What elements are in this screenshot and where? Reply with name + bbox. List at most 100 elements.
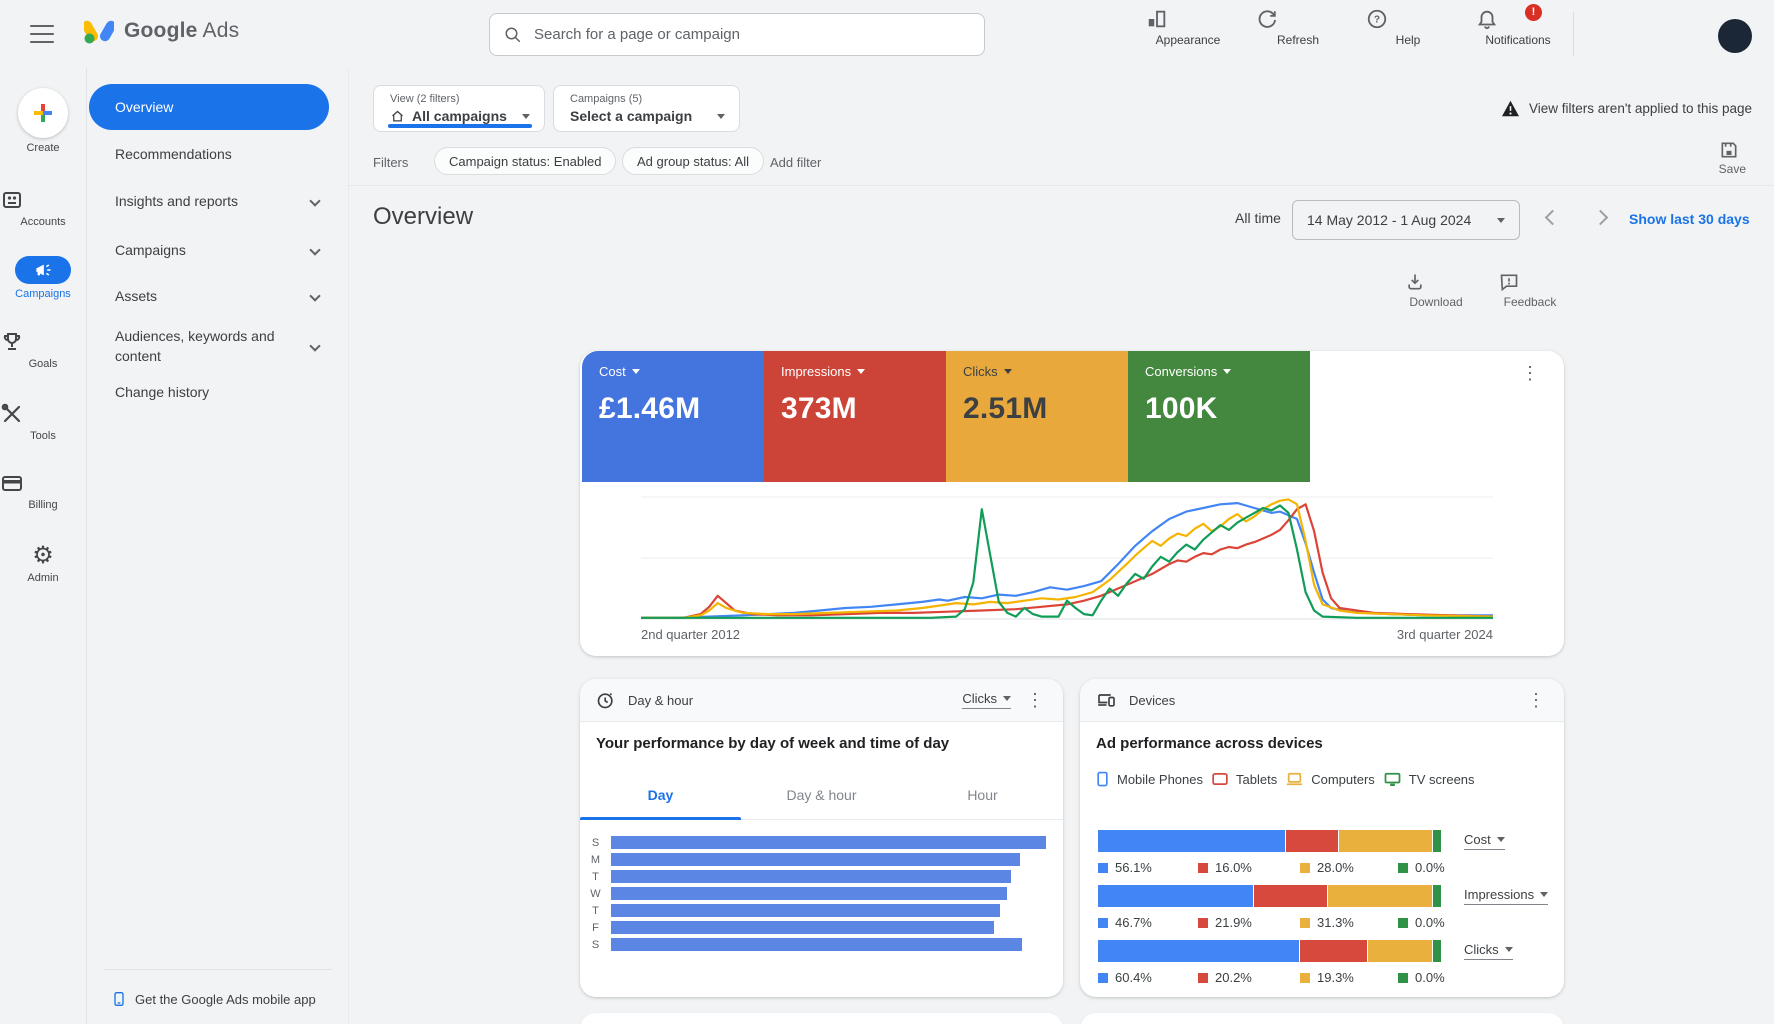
device-bar-impressions: 46.7%21.9%31.3%0.0% Impressions: [1098, 885, 1546, 907]
chevron-down-icon: [309, 290, 320, 301]
day-bar[interactable]: [611, 887, 1007, 900]
warning-triangle-icon: [1501, 100, 1520, 117]
nav-item-audiences-keywords-content[interactable]: Audiences, keywords and content: [89, 318, 333, 374]
bar-segment[interactable]: [1368, 940, 1433, 962]
day-bar[interactable]: [611, 921, 994, 934]
add-filter-button[interactable]: Add filter: [770, 155, 821, 170]
rail-item-goals[interactable]: Goals: [0, 330, 86, 370]
device-metric-selector-1[interactable]: Cost: [1464, 832, 1505, 850]
scorecard-cost[interactable]: Cost £1.46M: [582, 351, 764, 482]
show-last-30-days-link[interactable]: Show last 30 days: [1629, 211, 1750, 227]
save-button[interactable]: Save: [1719, 140, 1746, 176]
feedback-button[interactable]: Feedback: [1499, 272, 1561, 309]
rail-item-campaigns[interactable]: Campaigns: [0, 256, 86, 300]
nav-item-assets[interactable]: Assets: [89, 288, 333, 304]
card-menu-button[interactable]: [1518, 361, 1542, 385]
day-bar[interactable]: [611, 836, 1046, 849]
account-avatar[interactable]: [1718, 19, 1752, 53]
mobile-phone-icon: [111, 990, 127, 1008]
section-divider: [349, 185, 1774, 186]
bar-segment[interactable]: [1098, 885, 1254, 907]
bar-segment[interactable]: [1433, 940, 1442, 962]
bar-segment[interactable]: [1286, 830, 1340, 852]
menu-icon[interactable]: [30, 25, 54, 43]
bar-segment[interactable]: [1254, 885, 1327, 907]
view-selector[interactable]: View (2 filters) All campaigns: [373, 85, 545, 132]
next-period-arrow[interactable]: [1593, 210, 1609, 226]
devices-icon: [1096, 690, 1117, 710]
device-metric-selector-3[interactable]: Clicks: [1464, 942, 1513, 960]
filter-chip-ad-group-status[interactable]: Ad group status: All: [622, 147, 764, 175]
legend-square-icon: [1098, 973, 1108, 983]
all-time-label: All time: [1235, 210, 1281, 226]
tab-day[interactable]: Day: [580, 787, 741, 803]
card-menu-button[interactable]: [1023, 688, 1047, 712]
filter-chip-campaign-status[interactable]: Campaign status: Enabled: [434, 147, 616, 175]
tab-hour[interactable]: Hour: [902, 787, 1063, 803]
campaign-selector[interactable]: Campaigns (5) Select a campaign: [553, 85, 740, 132]
svg-text:?: ?: [1374, 15, 1380, 26]
view-filters-warning: View filters aren't applied to this page: [1501, 100, 1752, 117]
caret-down-icon: [522, 114, 530, 119]
day-bar-row: M: [580, 851, 1063, 868]
nav-item-insights-and-reports[interactable]: Insights and reports: [89, 193, 333, 209]
bar-segment[interactable]: [1300, 940, 1368, 962]
notification-badge: !: [1525, 4, 1542, 21]
bar-segment[interactable]: [1433, 885, 1442, 907]
day-bar-row: T: [580, 902, 1063, 919]
day-hour-metric-selector[interactable]: Clicks: [962, 691, 1011, 709]
download-icon: [1405, 272, 1467, 292]
performance-overview-card: Cost £1.46M Impressions 373M Clicks 2.51…: [580, 351, 1564, 656]
refresh-button[interactable]: Refresh: [1256, 8, 1340, 47]
card-subtitle: Your performance by day of week and time…: [596, 735, 949, 752]
day-bar-row: W: [580, 885, 1063, 902]
bar-segment[interactable]: [1328, 885, 1433, 907]
day-bar[interactable]: [611, 870, 1011, 883]
percent-cell: 16.0%: [1198, 860, 1300, 875]
date-range-selector[interactable]: 14 May 2012 - 1 Aug 2024: [1292, 200, 1520, 240]
nav-item-overview[interactable]: Overview: [89, 84, 329, 130]
card-menu-button[interactable]: [1524, 688, 1548, 712]
caret-down-icon: [717, 114, 725, 119]
tab-day-and-hour[interactable]: Day & hour: [741, 787, 902, 803]
home-icon: [390, 109, 405, 124]
device-metric-selector-2[interactable]: Impressions: [1464, 887, 1548, 905]
scorecard-impressions[interactable]: Impressions 373M: [764, 351, 946, 482]
percent-cell: 31.3%: [1300, 915, 1398, 930]
axis-end-label: 3rd quarter 2024: [1397, 627, 1493, 642]
day-bar[interactable]: [611, 938, 1022, 951]
day-label: T: [580, 905, 611, 917]
day-bar[interactable]: [611, 904, 1000, 917]
view-progress-underline: [388, 124, 532, 128]
bar-segment[interactable]: [1098, 830, 1286, 852]
previous-period-arrow[interactable]: [1545, 210, 1561, 226]
mobile-app-link[interactable]: Get the Google Ads mobile app: [111, 990, 316, 1008]
billing-card-icon: [0, 471, 86, 495]
bar-segment[interactable]: [1098, 940, 1300, 962]
percent-value: 28.0%: [1317, 860, 1354, 875]
rail-item-admin[interactable]: ⚙ Admin: [0, 544, 86, 584]
timeline-axis-labels: 2nd quarter 2012 3rd quarter 2024: [641, 627, 1493, 642]
scorecard-clicks[interactable]: Clicks 2.51M: [946, 351, 1128, 482]
notifications-button[interactable]: ! Notifications: [1476, 8, 1560, 47]
bar-segment[interactable]: [1339, 830, 1433, 852]
rail-item-tools[interactable]: Tools: [0, 402, 86, 442]
rail-item-create[interactable]: Create: [0, 88, 86, 154]
axis-start-label: 2nd quarter 2012: [641, 627, 740, 642]
download-button[interactable]: Download: [1405, 272, 1467, 309]
nav-item-recommendations[interactable]: Recommendations: [89, 146, 333, 162]
nav-item-campaigns[interactable]: Campaigns: [89, 242, 333, 258]
rail-item-accounts[interactable]: Accounts: [0, 188, 86, 228]
help-button[interactable]: ? Help: [1366, 8, 1450, 47]
rail-item-billing[interactable]: Billing: [0, 471, 86, 511]
percent-cell: 28.0%: [1300, 860, 1398, 875]
search-input[interactable]: Search for a page or campaign: [489, 13, 985, 56]
day-bar-row: F: [580, 919, 1063, 936]
day-bar-row: T: [580, 868, 1063, 885]
nav-item-change-history[interactable]: Change history: [89, 384, 333, 400]
day-bar[interactable]: [611, 853, 1020, 866]
bar-segment[interactable]: [1433, 830, 1442, 852]
percent-cell: 21.9%: [1198, 915, 1300, 930]
appearance-button[interactable]: Appearance: [1146, 8, 1230, 47]
scorecard-conversions[interactable]: Conversions 100K: [1128, 351, 1310, 482]
